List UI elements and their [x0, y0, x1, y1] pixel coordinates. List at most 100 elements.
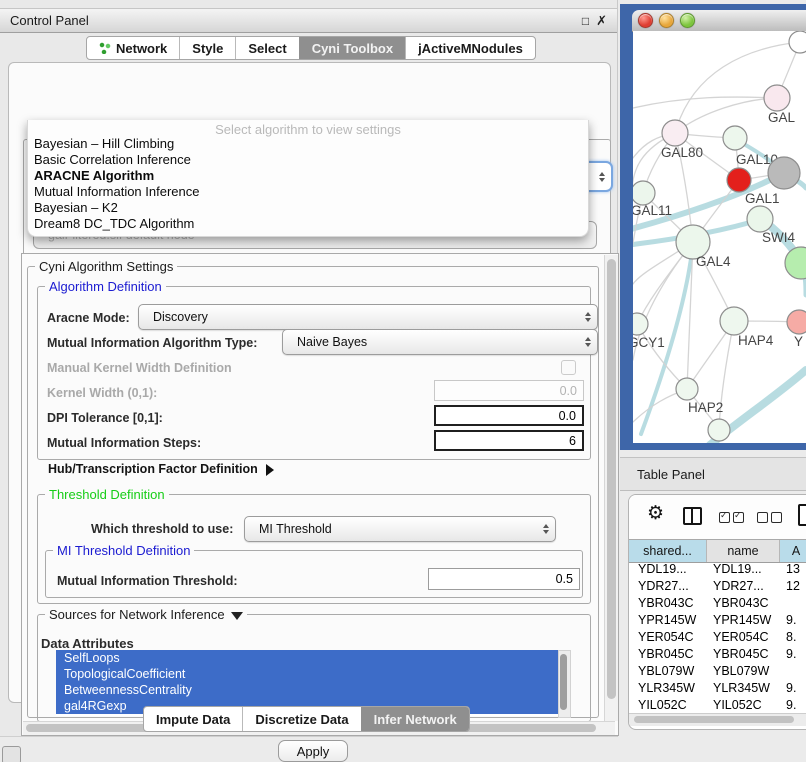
attribute-list-scrollbar[interactable]	[558, 650, 571, 718]
dropdown-placeholder: Select algorithm to view settings	[28, 122, 588, 137]
table-row[interactable]: YBL079WYBL079W	[629, 663, 806, 680]
algorithm-option[interactable]: Mutual Information Inference	[32, 184, 584, 200]
network-node[interactable]	[708, 419, 730, 441]
algorithm-definition-title: Algorithm Definition	[45, 279, 166, 294]
table-row[interactable]: YER054CYER054C8.	[629, 629, 806, 646]
scrollbar-thumb[interactable]	[560, 654, 567, 710]
float-window-icon[interactable]: □	[582, 15, 589, 27]
table-cell: 9.	[780, 646, 806, 663]
table-horizontal-scrollbar[interactable]	[629, 713, 806, 726]
hub-definition-label: Hub/Transcription Factor Definition	[48, 462, 258, 476]
network-node[interactable]	[768, 157, 800, 189]
table-cell: YER054C	[707, 629, 780, 646]
column-header-a[interactable]: A	[780, 540, 806, 562]
mi-steps-value: 6	[569, 434, 576, 448]
table-cell: YBR043C	[707, 595, 780, 612]
table-cell: YBR045C	[629, 646, 707, 663]
tab-network[interactable]: Network	[87, 37, 179, 59]
node-label: GAL11	[633, 203, 672, 218]
attribute-item[interactable]: BetweennessCentrality	[56, 682, 558, 698]
table-row[interactable]: YBR045CYBR045C9.	[629, 646, 806, 663]
tab-label: Network	[116, 41, 167, 56]
mi-type-label: Mutual Information Algorithm Type:	[47, 336, 257, 350]
tab-jactivemnodules[interactable]: jActiveMNodules	[405, 37, 535, 59]
mi-steps-field[interactable]: 6	[434, 430, 584, 451]
node-label: HAP4	[738, 333, 774, 348]
table-row[interactable]: YIL052CYIL052C9.	[629, 697, 806, 714]
window-buttons: □ ✗	[582, 9, 607, 32]
which-threshold-combo[interactable]: MI Threshold	[244, 516, 556, 542]
column-header-shared-[interactable]: shared...	[629, 540, 707, 562]
chevron-down-icon	[231, 612, 243, 620]
network-node[interactable]	[720, 307, 748, 335]
network-node[interactable]	[633, 181, 655, 205]
table-cell: YBR045C	[707, 646, 780, 663]
network-node[interactable]	[633, 313, 648, 335]
bottom-tab-infer-network[interactable]: Infer Network	[361, 707, 469, 731]
table-cell: YIL052C	[707, 697, 780, 714]
network-node[interactable]	[662, 120, 688, 146]
table-row[interactable]: YDR27...YDR27...12	[629, 578, 806, 595]
network-node[interactable]	[676, 378, 698, 400]
attribute-item[interactable]: TopologicalCoefficient	[56, 666, 558, 682]
tab-cyni-toolbox[interactable]: Cyni Toolbox	[299, 37, 405, 59]
deselect-all-icon[interactable]	[757, 510, 785, 528]
close-window-icon[interactable]: ✗	[596, 14, 607, 27]
network-canvas[interactable]: GALGAL80GAL10GAL1GAL11SWI4GAL4GCY1HAP4YH…	[633, 31, 806, 443]
table-row[interactable]: YDL19...YDL19...13	[629, 561, 806, 578]
network-node[interactable]	[764, 85, 790, 111]
algorithm-dropdown: Select algorithm to view settings Bayesi…	[27, 120, 589, 237]
algorithm-option[interactable]: ARACNE Algorithm	[32, 168, 584, 184]
spinner-icon	[585, 337, 591, 347]
network-node[interactable]	[747, 206, 773, 232]
columns-icon[interactable]	[683, 507, 702, 525]
collapsed-panel-icon[interactable]	[2, 746, 21, 762]
algorithm-option[interactable]: Dream8 DC_TDC Algorithm	[32, 216, 584, 232]
scrollbar-thumb[interactable]	[634, 716, 794, 723]
select-all-icon[interactable]	[719, 510, 747, 528]
network-node[interactable]	[727, 168, 751, 192]
vertical-scrollbar[interactable]	[604, 255, 618, 721]
minimize-traffic-light[interactable]	[659, 13, 674, 28]
mi-threshold-label: Mutual Information Threshold:	[57, 574, 238, 588]
algorithm-option[interactable]: Basic Correlation Inference	[32, 152, 584, 168]
mi-threshold-field[interactable]: 0.5	[428, 568, 580, 590]
mi-type-combo[interactable]: Naive Bayes	[282, 329, 598, 355]
tab-select[interactable]: Select	[235, 37, 298, 59]
close-traffic-light[interactable]	[638, 13, 653, 28]
node-label: GAL1	[745, 191, 780, 206]
network-node[interactable]	[789, 31, 806, 53]
dpi-tolerance-field[interactable]: 0.0	[434, 405, 584, 426]
network-node[interactable]	[787, 310, 806, 334]
scrollbar-thumb[interactable]	[607, 259, 616, 699]
attribute-item[interactable]: SelfLoops	[56, 650, 558, 666]
algorithm-option[interactable]: Bayesian – Hill Climbing	[32, 136, 584, 152]
network-node[interactable]	[723, 126, 747, 150]
hub-definition-expander[interactable]: Hub/Transcription Factor Definition	[48, 462, 274, 476]
which-threshold-value: MI Threshold	[259, 522, 332, 536]
table-cell: YPR145W	[707, 612, 780, 629]
table-cell	[780, 595, 806, 612]
tab-label: Select	[248, 41, 286, 56]
sources-title[interactable]: Sources for Network Inference	[45, 607, 247, 622]
table-row[interactable]: YBR043CYBR043C	[629, 595, 806, 612]
aracne-mode-combo[interactable]: Discovery	[138, 304, 598, 330]
network-edge	[633, 97, 777, 108]
network-icon	[99, 42, 111, 54]
bottom-tab-discretize-data[interactable]: Discretize Data	[242, 707, 360, 731]
dpi-tolerance-value: 0.0	[559, 409, 576, 423]
table-body: YDL19...YDL19...13YDR27...YDR27...12YBR0…	[629, 561, 806, 714]
zoom-traffic-light[interactable]	[680, 13, 695, 28]
network-node[interactable]	[785, 247, 806, 279]
bottom-tab-impute-data[interactable]: Impute Data	[144, 707, 242, 731]
column-header-name[interactable]: name	[707, 540, 780, 562]
table-row[interactable]: YLR345WYLR345W9.	[629, 680, 806, 697]
apply-button[interactable]: Apply	[278, 740, 348, 762]
page-icon[interactable]	[798, 504, 806, 526]
algorithm-option[interactable]: Bayesian – K2	[32, 200, 584, 216]
tab-style[interactable]: Style	[179, 37, 235, 59]
threshold-definition-title: Threshold Definition	[45, 487, 169, 502]
table-row[interactable]: YPR145WYPR145W9.	[629, 612, 806, 629]
gear-icon[interactable]: ⚙	[647, 504, 664, 523]
dropdown-item-list: Bayesian – Hill ClimbingBasic Correlatio…	[32, 136, 584, 232]
